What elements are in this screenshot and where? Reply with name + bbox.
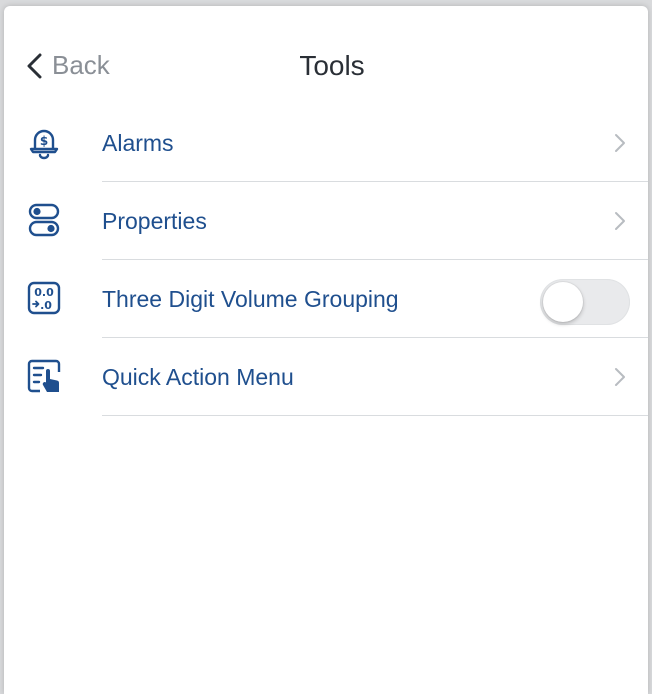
chevron-right-icon (615, 134, 625, 152)
page-title: Tools (299, 50, 365, 81)
list-item-label: Alarms (102, 129, 174, 156)
navigation-bar: Back Tools (4, 6, 648, 104)
list-item-quick-action-menu[interactable]: Quick Action Menu (4, 338, 648, 416)
list-item-label: Properties (102, 207, 207, 234)
list-item-alarms[interactable]: $ Alarms (4, 104, 648, 182)
list-item-three-digit-volume-grouping: 0.0 .0 Three Digit Volume Grouping (4, 260, 648, 338)
chevron-right-icon (615, 212, 625, 230)
quick-action-menu-icon (26, 358, 62, 394)
svg-text:.0: .0 (40, 299, 52, 312)
toggles-properties-icon (26, 202, 62, 238)
tools-list: $ Alarms Properties 0.0 .0 Three Digit V… (4, 104, 648, 416)
svg-text:0.0: 0.0 (34, 286, 54, 299)
list-item-label: Three Digit Volume Grouping (102, 285, 399, 312)
chevron-right-icon (615, 368, 625, 386)
list-item-properties[interactable]: Properties (4, 182, 648, 260)
tools-screen: Back Tools $ Alarms Properties 0.0 .0 Th… (4, 6, 648, 694)
list-item-label: Quick Action Menu (102, 363, 294, 390)
svg-text:$: $ (40, 134, 48, 148)
volume-grouping-toggle[interactable] (540, 279, 630, 325)
toggle-knob (543, 282, 583, 322)
decimal-digit-grouping-icon: 0.0 .0 (26, 280, 62, 316)
dollar-alarm-bell-icon: $ (26, 124, 62, 160)
